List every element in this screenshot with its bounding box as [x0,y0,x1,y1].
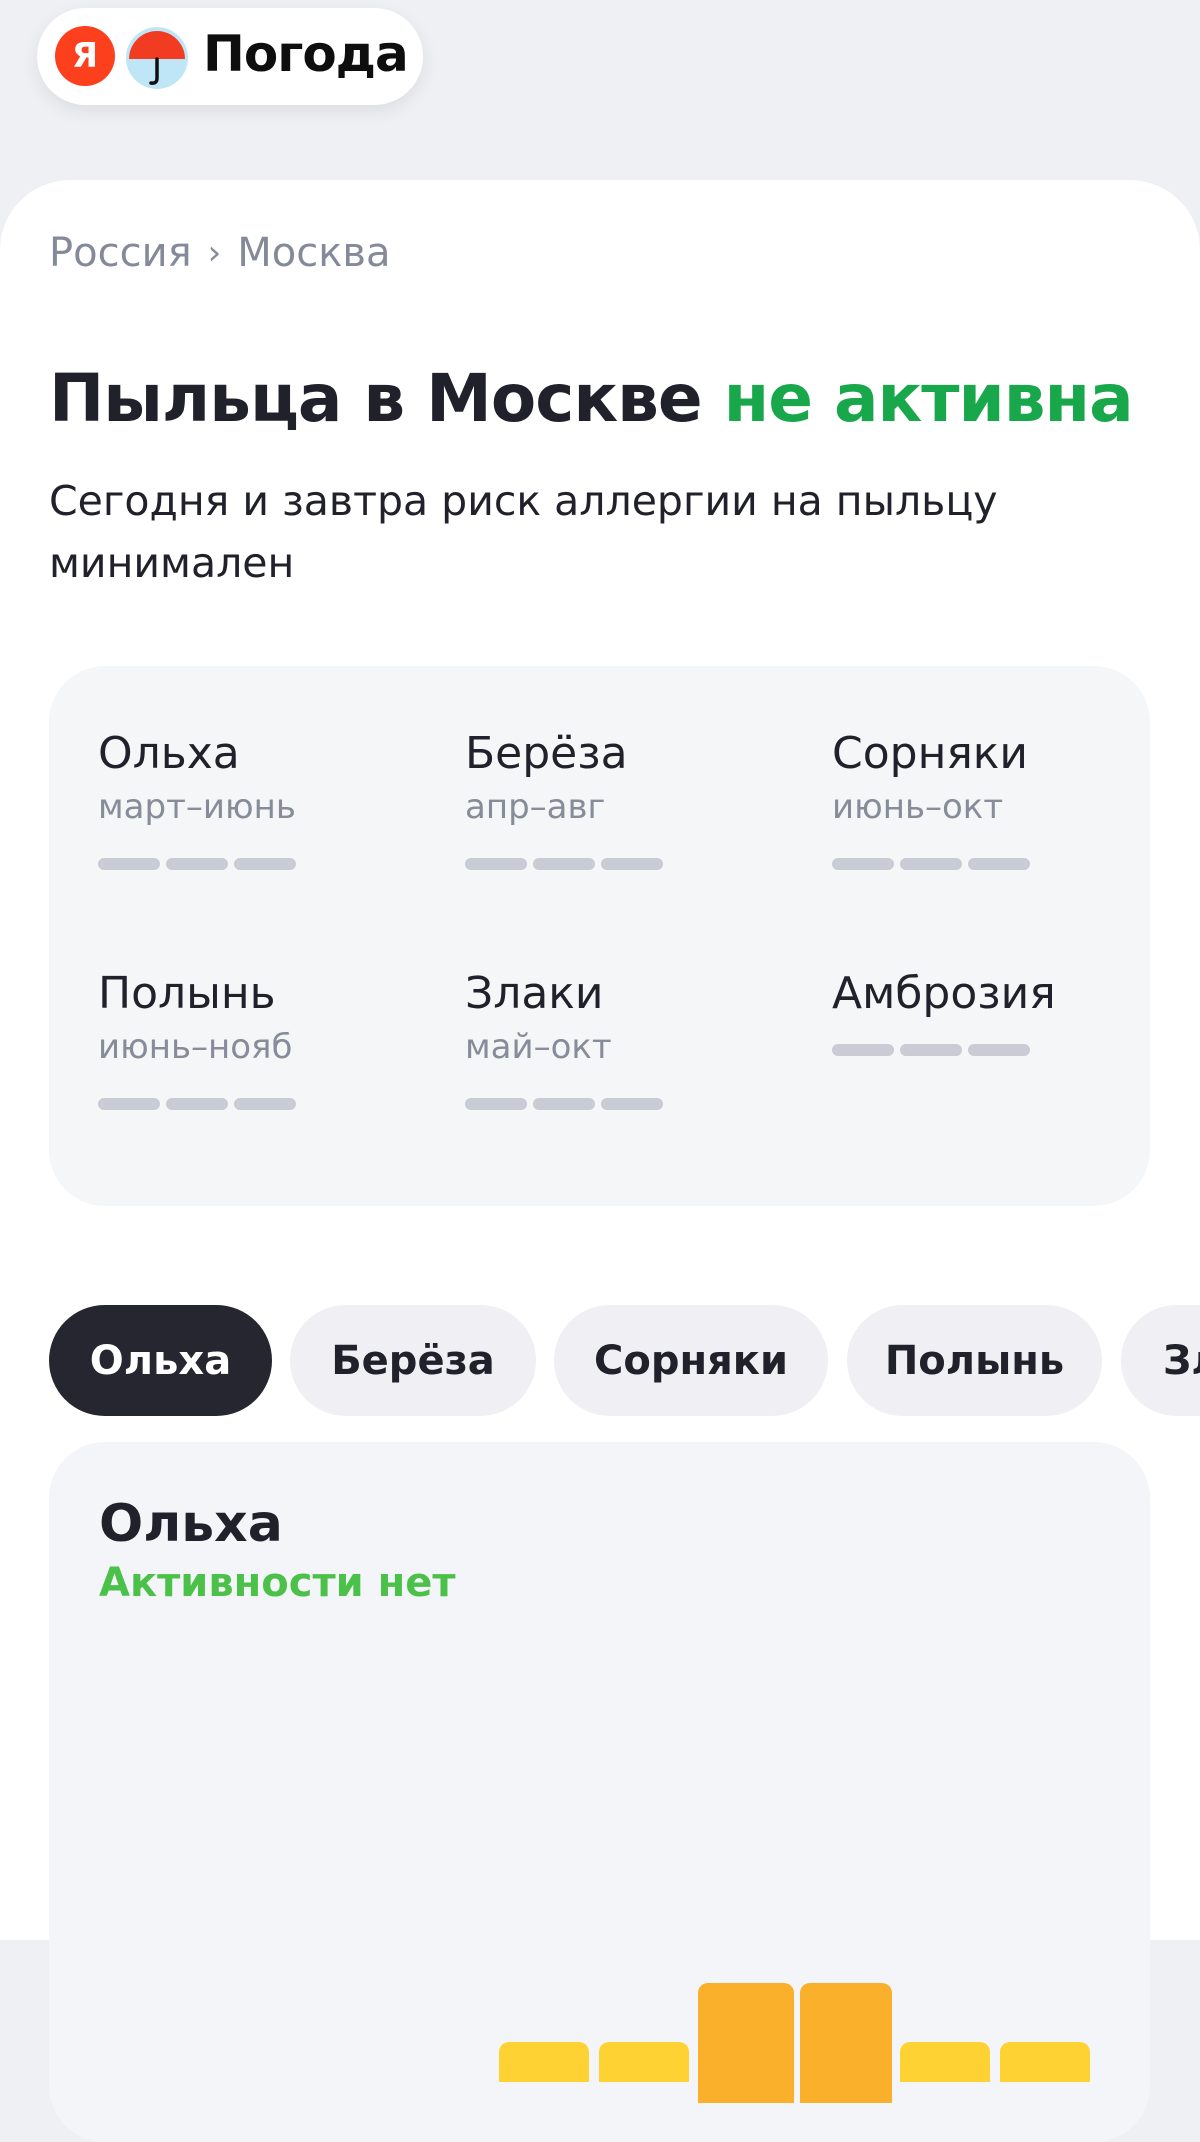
chart-bar [900,2042,990,2082]
chart-bar [698,1983,794,2103]
plant-item-grasses[interactable]: Злаки май–окт [465,966,765,1110]
plant-level-indicator [832,1044,1132,1056]
plant-item-birch[interactable]: Берёза апр–авг [465,726,765,870]
pollen-detail-card: Ольха Активности нет [49,1442,1150,2142]
detail-title: Ольха [99,1494,283,1554]
logo-pill[interactable]: Я Погода [37,8,423,105]
breadcrumb: Россия › Москва [49,230,390,276]
plant-season: май–окт [465,1027,612,1067]
plant-item-wormwood[interactable]: Полынь июнь–нояб [98,966,398,1110]
plant-item-alder[interactable]: Ольха март–июнь [98,726,398,870]
plant-level-indicator [98,1098,398,1110]
plant-season: апр–авг [465,787,606,827]
plant-name: Берёза [465,728,628,779]
plant-tabs: Ольха Берёза Сорняки Полынь Зл [49,1305,1200,1416]
plant-season: март–июнь [98,787,296,827]
breadcrumb-separator: › [207,233,222,273]
chart-bar [499,2042,589,2082]
plant-level-indicator [832,858,1132,870]
plant-name: Сорняки [832,728,1028,779]
plant-name: Злаки [465,968,604,1019]
plant-item-ragweed[interactable]: Амброзия [832,966,1132,1056]
chart-bar [1000,2042,1090,2082]
brand-name: Погода [203,25,409,83]
chart-bar [800,1983,892,2103]
main-card: Россия › Москва Пыльца в Москве не актив… [0,180,1200,2142]
plant-level-indicator [98,858,398,870]
plant-name: Амброзия [832,968,1056,1019]
page-title-main: Пыльца в Москве [49,360,703,437]
tab-birch[interactable]: Берёза [290,1305,536,1416]
breadcrumb-country[interactable]: Россия [49,230,192,276]
plant-item-weeds[interactable]: Сорняки июнь–окт [832,726,1132,870]
plant-season: июнь–нояб [98,1027,293,1067]
page-title: Пыльца в Москве не активна [49,360,1134,437]
tab-wormwood[interactable]: Полынь [847,1305,1102,1416]
tab-weeds[interactable]: Сорняки [554,1305,828,1416]
plants-summary-card: Ольха март–июнь Берёза апр–авг Сорняки и… [49,666,1150,1206]
plant-level-indicator [465,1098,765,1110]
breadcrumb-city[interactable]: Москва [237,230,390,276]
detail-status: Активности нет [99,1560,456,1606]
page-subtitle: Сегодня и завтра риск аллергии на пыльцу… [49,477,998,587]
plant-name: Ольха [98,728,240,779]
chart-bar [599,2042,689,2082]
page-title-status: не активна [723,360,1134,437]
plant-name: Полынь [98,968,276,1019]
umbrella-logo-icon [126,27,188,89]
yandex-logo-icon: Я [55,26,115,86]
plant-level-indicator [465,858,765,870]
tab-grasses[interactable]: Зл [1121,1305,1200,1416]
plant-season: июнь–окт [832,787,1004,827]
tab-alder[interactable]: Ольха [49,1305,272,1416]
